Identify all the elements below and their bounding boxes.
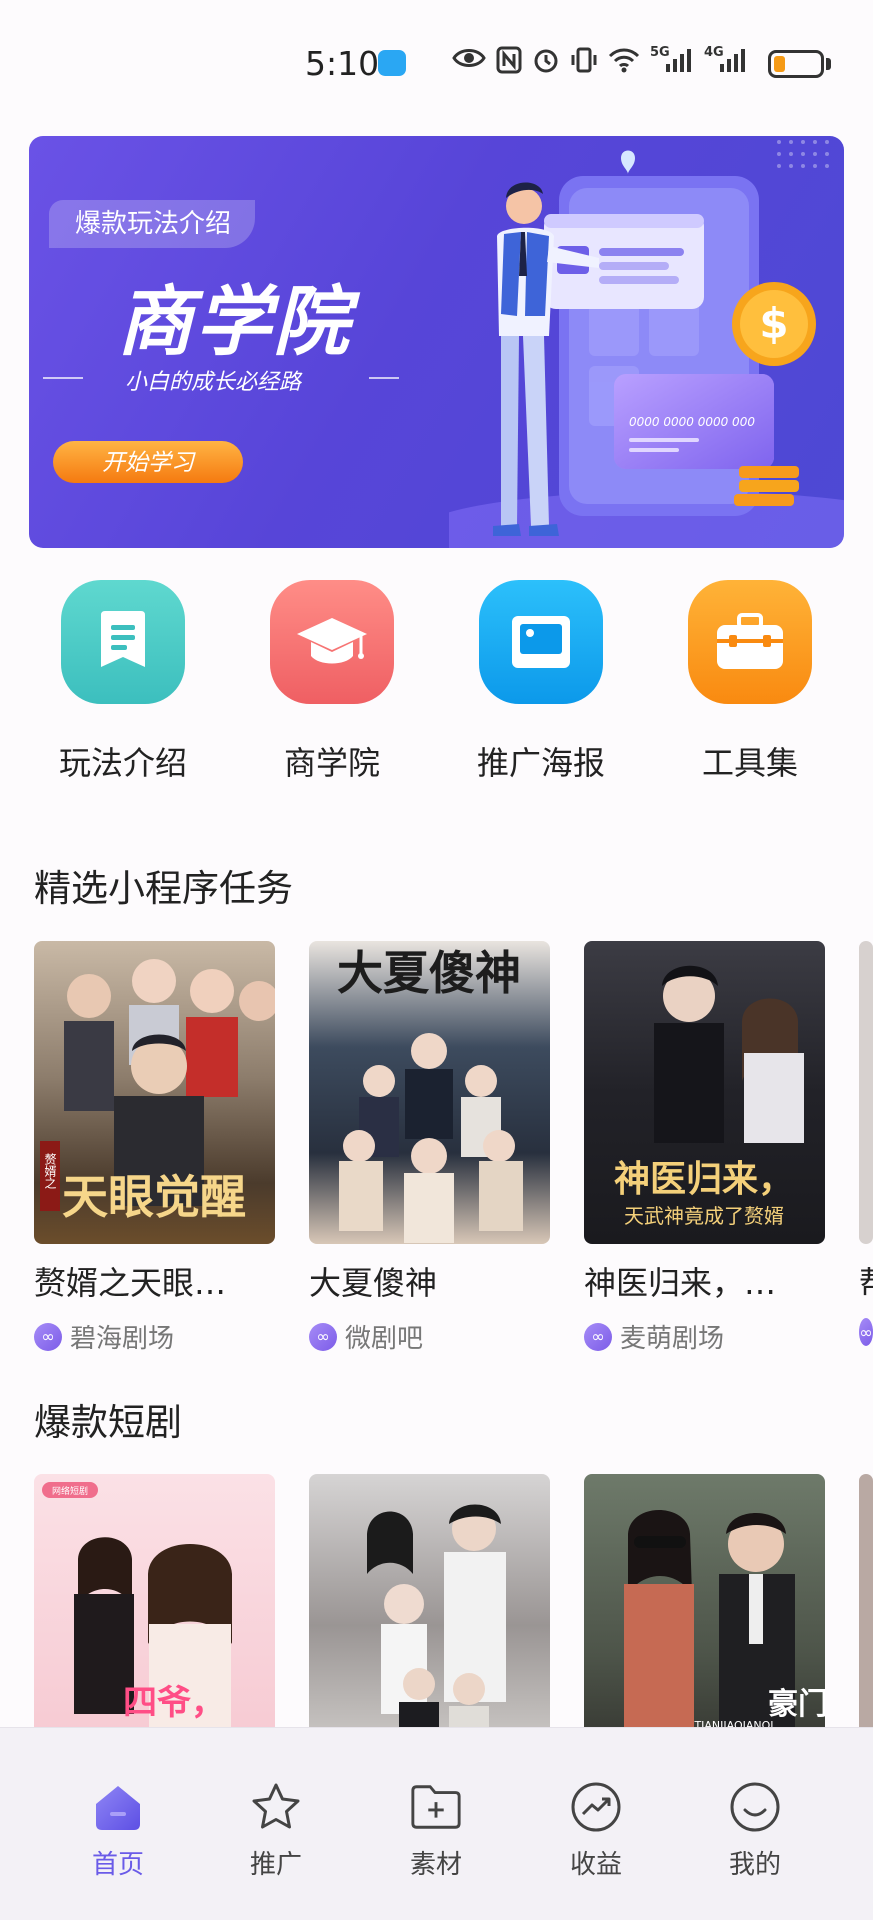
svg-text:天眼觉醒: 天眼觉醒 bbox=[62, 1170, 246, 1224]
poster-image bbox=[859, 941, 873, 1244]
card-title: 神医归来，… bbox=[584, 1264, 777, 1302]
banner-tag: 爆款玩法介绍 bbox=[49, 200, 256, 248]
svg-text:天武神竟成了赘婿: 天武神竟成了赘婿 bbox=[624, 1204, 784, 1228]
bottom-navigation: 首页 推广 素材 收益 我的 bbox=[0, 1727, 873, 1920]
nav-label: 收益 bbox=[569, 1850, 622, 1880]
hot-section-title: 爆款短剧 bbox=[34, 1401, 182, 1444]
signal-4g-icon: 4G bbox=[704, 45, 748, 76]
quick-action-toolbox[interactable]: 工具集 bbox=[665, 580, 835, 784]
card-source: ∞ 麦萌剧场 bbox=[584, 1318, 825, 1355]
status-time: 5:10 bbox=[305, 44, 380, 83]
poster-image: 神医归来， 天武神竟成了赘婿 bbox=[584, 941, 825, 1244]
nav-item-earnings[interactable]: 收益 bbox=[536, 1780, 656, 1881]
card-title: 帮 bbox=[859, 1258, 873, 1304]
poster-image: 天眼觉醒 赘婿之 bbox=[34, 941, 275, 1244]
eye-icon bbox=[452, 46, 486, 76]
quick-action-poster[interactable]: 推广海报 bbox=[456, 580, 626, 784]
banner-title: 商学院 bbox=[117, 277, 351, 366]
featured-card[interactable]: 神医归来， 天武神竟成了赘婿 神医归来，… ∞ 麦萌剧场 bbox=[584, 941, 825, 1355]
smile-icon bbox=[728, 1780, 782, 1834]
quick-action-label: 商学院 bbox=[283, 744, 380, 782]
quick-action-intro[interactable]: 玩法介绍 bbox=[38, 580, 208, 784]
status-icons: 5G 4G bbox=[452, 45, 748, 76]
graduation-cap-icon bbox=[270, 580, 394, 704]
card-title: 大夏傻神 bbox=[309, 1264, 438, 1302]
nav-item-materials[interactable]: 素材 bbox=[376, 1780, 496, 1881]
quick-action-business-school[interactable]: 商学院 bbox=[247, 580, 417, 784]
miniprogram-icon: ∞ bbox=[309, 1322, 337, 1351]
nfc-icon bbox=[496, 46, 522, 76]
business-school-banner[interactable]: 爆款玩法介绍 商学院 小白的成长必经路 开始学习 $ 0000 0000 000… bbox=[29, 136, 844, 548]
trend-icon bbox=[569, 1780, 623, 1834]
featured-card[interactable]: 天眼觉醒 赘婿之 赘婿之天眼… ∞ 碧海剧场 bbox=[34, 941, 275, 1355]
card-title: 赘婿之天眼… bbox=[34, 1264, 227, 1302]
nav-item-home[interactable]: 首页 bbox=[58, 1780, 178, 1881]
folder-add-icon bbox=[409, 1780, 463, 1834]
svg-text:豪门: 豪门 bbox=[768, 1687, 825, 1722]
featured-section-title: 精选小程序任务 bbox=[34, 867, 293, 910]
message-notification-icon bbox=[378, 50, 406, 76]
nav-item-profile[interactable]: 我的 bbox=[695, 1780, 815, 1881]
alarm-icon bbox=[532, 46, 560, 76]
svg-text:赘婿之: 赘婿之 bbox=[43, 1152, 57, 1189]
svg-text:网络短剧: 网络短剧 bbox=[52, 1485, 88, 1497]
nav-item-promote[interactable]: 推广 bbox=[216, 1780, 336, 1881]
card-source: ∞ bbox=[859, 1318, 873, 1346]
poster-image: 大夏傻神 bbox=[309, 941, 550, 1244]
wifi-icon bbox=[608, 46, 640, 76]
quick-action-label: 推广海报 bbox=[476, 744, 605, 782]
svg-text:四爷，: 四爷， bbox=[123, 1683, 225, 1723]
nav-label: 推广 bbox=[249, 1850, 302, 1880]
vibrate-icon bbox=[570, 46, 598, 76]
card-source: ∞ 碧海剧场 bbox=[34, 1318, 275, 1355]
featured-card[interactable]: 大夏傻神 大夏傻神 ∞ 微剧吧 bbox=[309, 941, 550, 1355]
nav-label: 我的 bbox=[728, 1850, 781, 1880]
miniprogram-icon: ∞ bbox=[34, 1322, 62, 1351]
nav-label: 首页 bbox=[91, 1850, 144, 1880]
svg-text:$: $ bbox=[759, 299, 788, 348]
battery-icon bbox=[768, 50, 824, 78]
featured-card-partial[interactable]: 帮 ∞ bbox=[859, 941, 873, 1346]
miniprogram-icon: ∞ bbox=[584, 1322, 612, 1351]
quick-action-label: 工具集 bbox=[701, 744, 798, 782]
home-icon bbox=[91, 1780, 145, 1834]
quick-action-label: 玩法介绍 bbox=[58, 744, 187, 782]
svg-text:大夏傻神: 大夏傻神 bbox=[337, 946, 521, 1000]
status-bar: 5:10 5G 4G bbox=[0, 0, 873, 120]
banner-subtitle: 小白的成长必经路 bbox=[125, 370, 302, 395]
start-learning-button[interactable]: 开始学习 bbox=[53, 441, 243, 483]
quick-actions: 玩法介绍 商学院 推广海报 工具集 bbox=[0, 580, 873, 800]
svg-text:神医归来，: 神医归来， bbox=[614, 1158, 794, 1200]
toolbox-icon bbox=[688, 580, 812, 704]
card-source: ∞ 微剧吧 bbox=[309, 1318, 550, 1355]
signal-5g-icon: 5G bbox=[650, 45, 694, 76]
star-icon bbox=[249, 1780, 303, 1834]
banner-illustration: $ 0000 0000 0000 000 bbox=[449, 140, 844, 548]
svg-text:0000 0000 0000 000: 0000 0000 0000 000 bbox=[629, 415, 755, 429]
miniprogram-icon: ∞ bbox=[859, 1318, 873, 1346]
nav-label: 素材 bbox=[409, 1850, 462, 1880]
document-icon bbox=[61, 580, 185, 704]
picture-icon bbox=[479, 580, 603, 704]
